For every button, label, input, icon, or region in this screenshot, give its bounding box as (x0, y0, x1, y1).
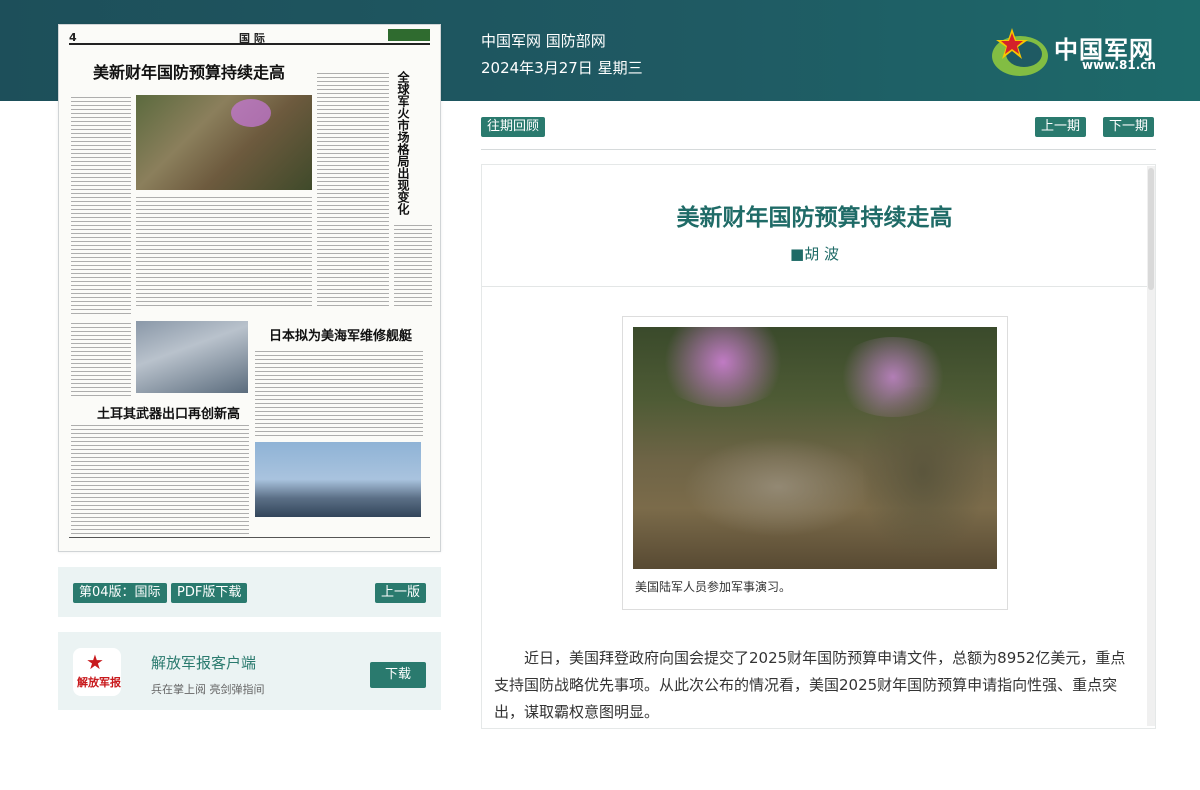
paper-headline-main[interactable]: 美新财年国防预算持续走高 (93, 59, 285, 83)
paper-photo-aircraft (136, 321, 248, 393)
client-download-button[interactable]: 下载 (370, 662, 426, 688)
client-title[interactable]: 解放军报客户端 (151, 652, 256, 673)
article-divider (482, 286, 1147, 287)
paper-header: 4 国 际 (69, 29, 430, 45)
article-scrollbar[interactable] (1147, 166, 1155, 726)
edition-label[interactable]: 第04版：国际 (73, 583, 167, 603)
site-names[interactable]: 中国军网 国防部网 (481, 30, 606, 51)
paper-text-block (394, 225, 432, 309)
article-title: 美新财年国防预算持续走高 (676, 205, 953, 231)
article-paragraph: 近日，美国拜登政府向国会提交了2025财年国防预算申请文件，总额为8952亿美元… (494, 649, 1126, 721)
paper-headline-vertical[interactable]: 全球军火市场格局出现变化 (394, 71, 410, 215)
prev-issue-button[interactable]: 上一期 (1035, 117, 1087, 137)
edition-bar: 第04版：国际 PDF版下载 上一版 (58, 567, 441, 617)
paper-section: 国 际 (239, 32, 265, 45)
paper-headline-second[interactable]: 日本拟为美海军维修舰艇 (269, 325, 412, 344)
logo-url: www.81.cn (1082, 58, 1156, 72)
article-photo-soldiers[interactable] (633, 327, 997, 569)
star-icon: ★ (86, 650, 104, 674)
app-icon[interactable]: ★ 解放军报 (73, 648, 121, 696)
paper-text-block (71, 97, 131, 317)
paper-footer (69, 537, 430, 545)
archive-button[interactable]: 往期回顾 (481, 117, 546, 137)
article-author: ■胡 波 (790, 245, 839, 263)
paper-photo-soldiers (136, 95, 312, 190)
newspaper-page[interactable]: 4 国 际 美新财年国防预算持续走高 全球军火市场格局出现变化 日本拟为美海军维… (58, 24, 441, 552)
figure-caption: 美国陆军人员参加军事演习。 (635, 580, 792, 594)
app-icon-text: 解放军报 (77, 676, 121, 689)
scrollbar-thumb[interactable] (1148, 168, 1154, 290)
paper-text-block (317, 73, 389, 309)
paper-page-number: 4 (69, 31, 77, 44)
next-issue-button[interactable]: 下一期 (1103, 117, 1155, 137)
paper-headline-third[interactable]: 土耳其武器出口再创新高 (97, 403, 240, 422)
pdf-download-button[interactable]: PDF版下载 (171, 583, 248, 603)
dirt-mound (683, 437, 873, 537)
paper-text-block (71, 323, 131, 399)
paper-text-block (71, 425, 249, 535)
article-figure: 美国陆军人员参加军事演习。 (622, 316, 1008, 610)
issue-date: 2024年3月27日 星期三 (481, 59, 643, 77)
client-subtitle: 兵在掌上阅 亮剑弹指间 (151, 683, 265, 696)
paper-text-block (255, 351, 423, 437)
prev-edition-button[interactable]: 上一版 (375, 583, 427, 603)
article-panel: 美新财年国防预算持续走高 ■胡 波 美国陆军人员参加军事演习。 近日，美国拜登政… (481, 164, 1156, 729)
paper-text-block (136, 197, 312, 309)
paper-brand-icon (388, 29, 430, 41)
purple-smoke (653, 327, 793, 407)
soldiers-group (863, 387, 983, 557)
nav-divider (481, 149, 1156, 150)
client-download-panel: ★ 解放军报 解放军报客户端 兵在掌上阅 亮剑弹指间 下载 (58, 632, 441, 710)
paper-photo-warship (255, 442, 421, 517)
